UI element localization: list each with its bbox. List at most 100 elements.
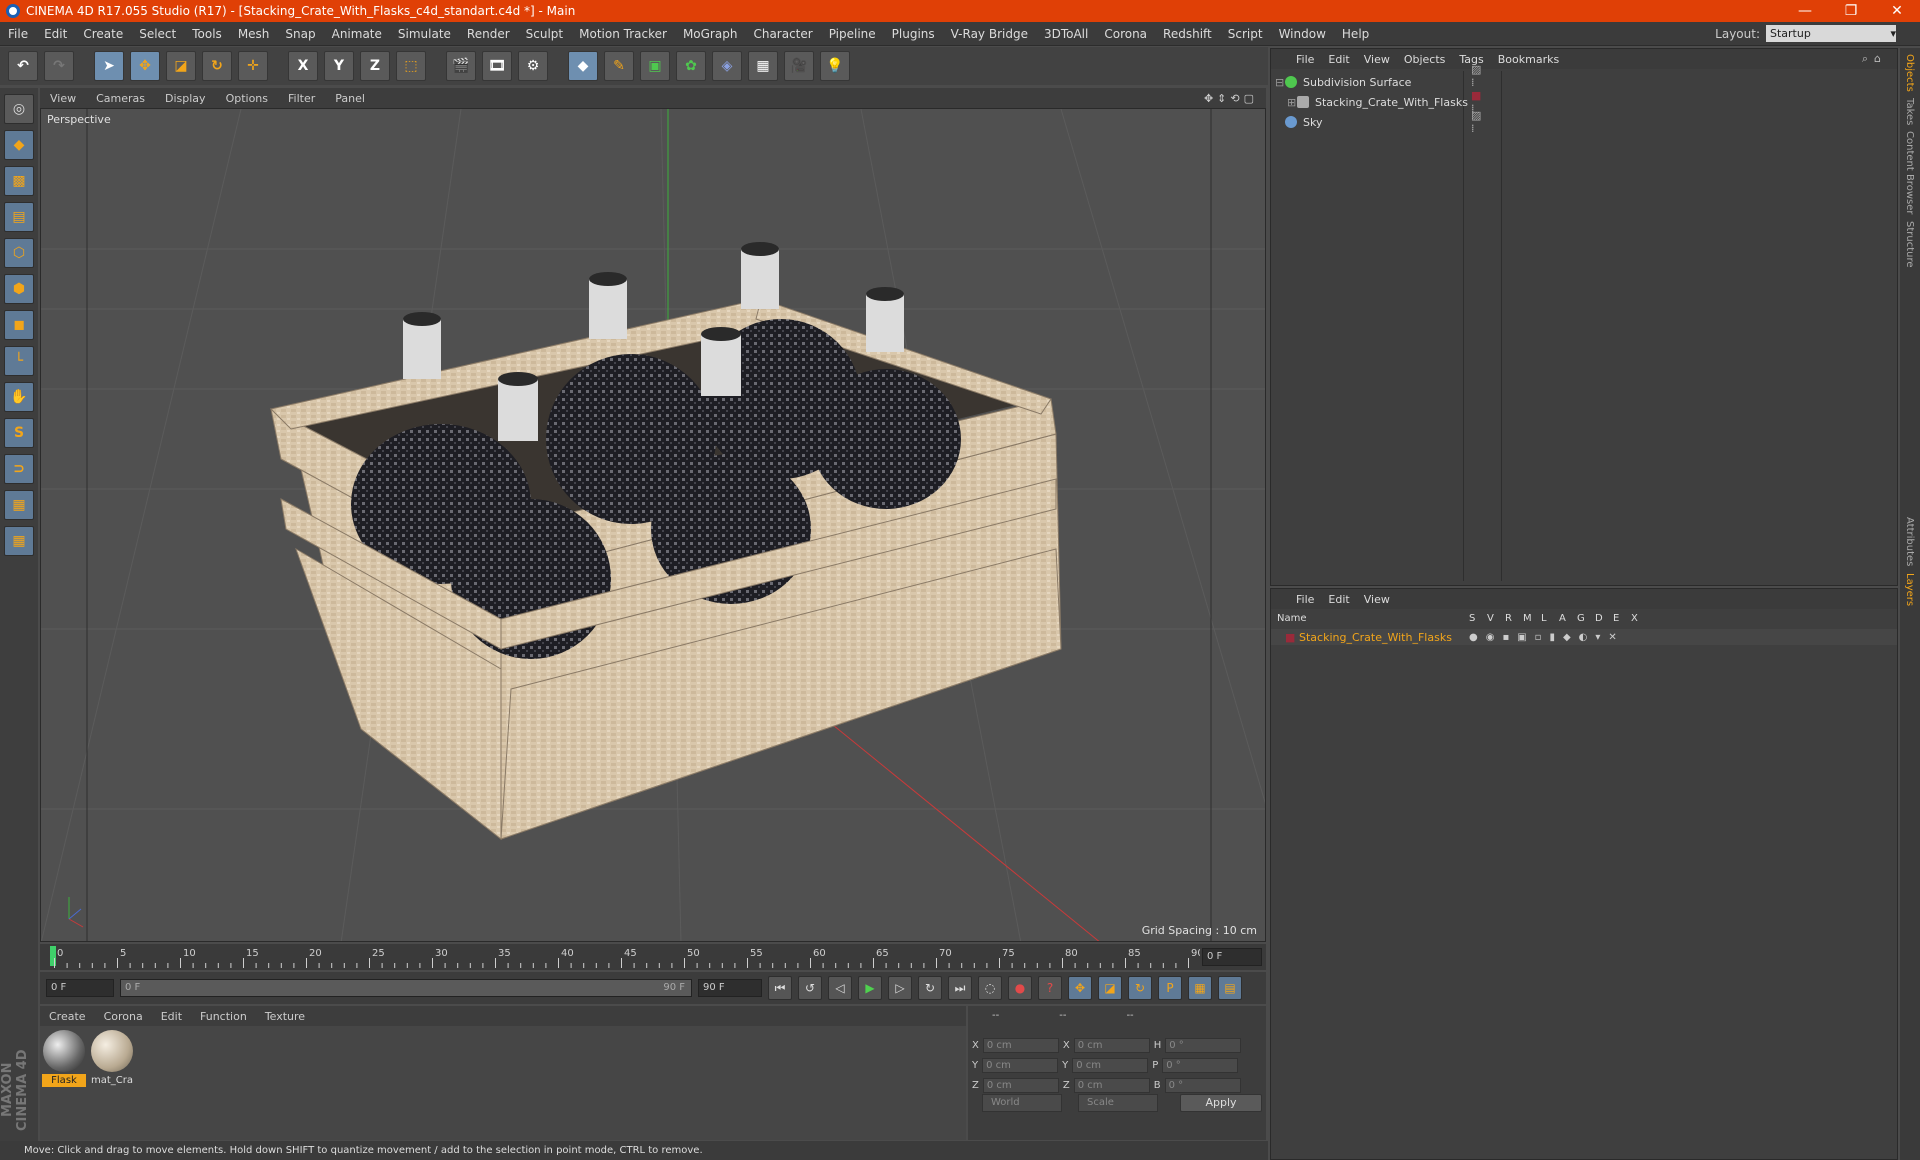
- current-frame-field[interactable]: 0 F: [1202, 948, 1262, 966]
- layer-row[interactable]: ■ Stacking_Crate_With_Flasks ●◉▪▣▫▮◆◐▾✕: [1271, 629, 1897, 645]
- workplane-icon[interactable]: ▤: [4, 202, 34, 232]
- render-settings-icon[interactable]: ⚙: [518, 51, 548, 81]
- tweak-mode-icon[interactable]: ✋: [4, 382, 34, 412]
- restore-button[interactable]: ❐: [1828, 3, 1874, 19]
- menu-sculpt[interactable]: Sculpt: [518, 27, 571, 41]
- perspective-viewport[interactable]: Perspective Grid Spacing : 10 cm: [40, 108, 1266, 942]
- menu-simulate[interactable]: Simulate: [390, 27, 459, 41]
- key-pla-icon[interactable]: ▦: [1188, 976, 1212, 1000]
- next-key-icon[interactable]: ↻: [918, 976, 942, 1000]
- menu-vray-bridge[interactable]: V-Ray Bridge: [943, 27, 1036, 41]
- layout-dropdown[interactable]: Startup ▾: [1766, 25, 1896, 42]
- search-icon[interactable]: ⌕⌂: [1862, 52, 1897, 66]
- menu-animate[interactable]: Animate: [324, 27, 390, 41]
- key-position-icon[interactable]: ✥: [1068, 976, 1092, 1000]
- tab-content-browser[interactable]: Content Browser: [1904, 131, 1915, 214]
- points-mode-icon[interactable]: ⬡: [4, 238, 34, 268]
- menu-mograph[interactable]: MoGraph: [675, 27, 746, 41]
- play-icon[interactable]: ▶: [858, 976, 882, 1000]
- size-z-field[interactable]: 0 cm: [1073, 1078, 1150, 1093]
- z-axis-lock-button[interactable]: Z: [360, 51, 390, 81]
- obj-menu-bookmarks[interactable]: Bookmarks: [1491, 53, 1566, 66]
- menu-file[interactable]: File: [0, 27, 36, 41]
- position-x-field[interactable]: 0 cm: [982, 1038, 1059, 1053]
- live-selection-icon[interactable]: ✛: [238, 51, 268, 81]
- grid-snap-icon[interactable]: ▦: [4, 526, 34, 556]
- mat-menu-texture[interactable]: Texture: [256, 1010, 314, 1023]
- menu-corona[interactable]: Corona: [1096, 27, 1155, 41]
- deformer-icon[interactable]: ◈: [712, 51, 742, 81]
- apply-button[interactable]: Apply: [1180, 1094, 1262, 1112]
- position-y-field[interactable]: 0 cm: [982, 1058, 1059, 1073]
- workplane-lock-icon[interactable]: ▦: [4, 490, 34, 520]
- obj-menu-objects[interactable]: Objects: [1397, 53, 1453, 66]
- render-picture-viewer-icon[interactable]: 🎞: [482, 51, 512, 81]
- menu-motion-tracker[interactable]: Motion Tracker: [571, 27, 675, 41]
- menu-3dtoall[interactable]: 3DToAll: [1036, 27, 1096, 41]
- coord-mode-dropdown[interactable]: World: [982, 1094, 1062, 1112]
- make-editable-icon[interactable]: ◎: [4, 94, 34, 124]
- menu-render[interactable]: Render: [459, 27, 518, 41]
- vp-menu-display[interactable]: Display: [155, 92, 216, 105]
- camera-icon[interactable]: 🎥: [784, 51, 814, 81]
- polygons-mode-icon[interactable]: ◼: [4, 310, 34, 340]
- floor-scene-icon[interactable]: ▦: [748, 51, 778, 81]
- texture-mode-icon[interactable]: ▩: [4, 166, 34, 196]
- coordinate-system-icon[interactable]: ⬚: [396, 51, 426, 81]
- viewport-nav-icons[interactable]: ✥⇕⟲▢: [1204, 92, 1266, 105]
- pen-spline-icon[interactable]: ✎: [604, 51, 634, 81]
- autokey-icon[interactable]: ?: [1038, 976, 1062, 1000]
- menu-help[interactable]: Help: [1334, 27, 1377, 41]
- menu-edit[interactable]: Edit: [36, 27, 75, 41]
- menu-tools[interactable]: Tools: [184, 27, 230, 41]
- obj-menu-view[interactable]: View: [1357, 53, 1397, 66]
- cube-primitive-icon[interactable]: ◆: [568, 51, 598, 81]
- axis-mode-icon[interactable]: └: [4, 346, 34, 376]
- key-param-icon[interactable]: P: [1158, 976, 1182, 1000]
- tab-structure[interactable]: Structure: [1904, 221, 1915, 268]
- material-swatch-crate[interactable]: mat_Cra: [90, 1030, 134, 1087]
- menu-character[interactable]: Character: [745, 27, 820, 41]
- solo-mode-icon[interactable]: S: [4, 418, 34, 448]
- record-keys-icon[interactable]: ●: [1008, 976, 1032, 1000]
- size-y-field[interactable]: 0 cm: [1072, 1058, 1149, 1073]
- menu-create[interactable]: Create: [75, 27, 131, 41]
- layer-color-swatch[interactable]: ■: [1271, 631, 1295, 644]
- key-rotation-icon[interactable]: ↻: [1128, 976, 1152, 1000]
- y-axis-lock-button[interactable]: Y: [324, 51, 354, 81]
- edges-mode-icon[interactable]: ⬢: [4, 274, 34, 304]
- object-row-subdivision[interactable]: ⊟ Subdivision Surface ▨ ⁞ ✓: [1275, 63, 1481, 102]
- start-frame-field[interactable]: 0 F: [46, 979, 114, 997]
- menu-pipeline[interactable]: Pipeline: [821, 27, 884, 41]
- tab-layers[interactable]: Layers: [1904, 573, 1915, 606]
- end-frame-field[interactable]: 90 F: [698, 979, 762, 997]
- goto-end-icon[interactable]: ⏭: [948, 976, 972, 1000]
- timeline-window-icon[interactable]: ▤: [1218, 976, 1242, 1000]
- layer-menu-view[interactable]: View: [1357, 593, 1397, 606]
- menu-mesh[interactable]: Mesh: [230, 27, 278, 41]
- prev-frame-icon[interactable]: ◁: [828, 976, 852, 1000]
- redo-icon[interactable]: ↷: [44, 51, 74, 81]
- frame-range-slider[interactable]: 0 F 90 F: [120, 979, 692, 997]
- select-cursor-icon[interactable]: ➤: [94, 51, 124, 81]
- rotate-tool-icon[interactable]: ↻: [202, 51, 232, 81]
- scale-tool-icon[interactable]: ◪: [166, 51, 196, 81]
- vp-menu-options[interactable]: Options: [216, 92, 278, 105]
- menu-script[interactable]: Script: [1220, 27, 1271, 41]
- render-view-icon[interactable]: 🎬: [446, 51, 476, 81]
- material-swatch-flask[interactable]: Flask: [42, 1030, 86, 1087]
- prev-key-icon[interactable]: ↺: [798, 976, 822, 1000]
- vp-menu-filter[interactable]: Filter: [278, 92, 325, 105]
- minimize-button[interactable]: —: [1782, 3, 1828, 19]
- timeline-ruler[interactable]: 0 5 10 15 20 25 30 35 40 45 50 55 60 65 70 75 80 85 90 0 F: [40, 944, 1266, 970]
- layer-toggle-icons[interactable]: ●◉▪▣▫▮◆◐▾✕: [1469, 632, 1625, 643]
- rotation-b-field[interactable]: 0 °: [1164, 1078, 1241, 1093]
- model-mode-icon[interactable]: ◆: [4, 130, 34, 160]
- menu-redshift[interactable]: Redshift: [1155, 27, 1220, 41]
- x-axis-lock-button[interactable]: X: [288, 51, 318, 81]
- next-frame-icon[interactable]: ▷: [888, 976, 912, 1000]
- menu-plugins[interactable]: Plugins: [884, 27, 943, 41]
- mat-menu-edit[interactable]: Edit: [152, 1010, 191, 1023]
- vp-menu-cameras[interactable]: Cameras: [86, 92, 155, 105]
- coord-scale-dropdown[interactable]: Scale: [1078, 1094, 1158, 1112]
